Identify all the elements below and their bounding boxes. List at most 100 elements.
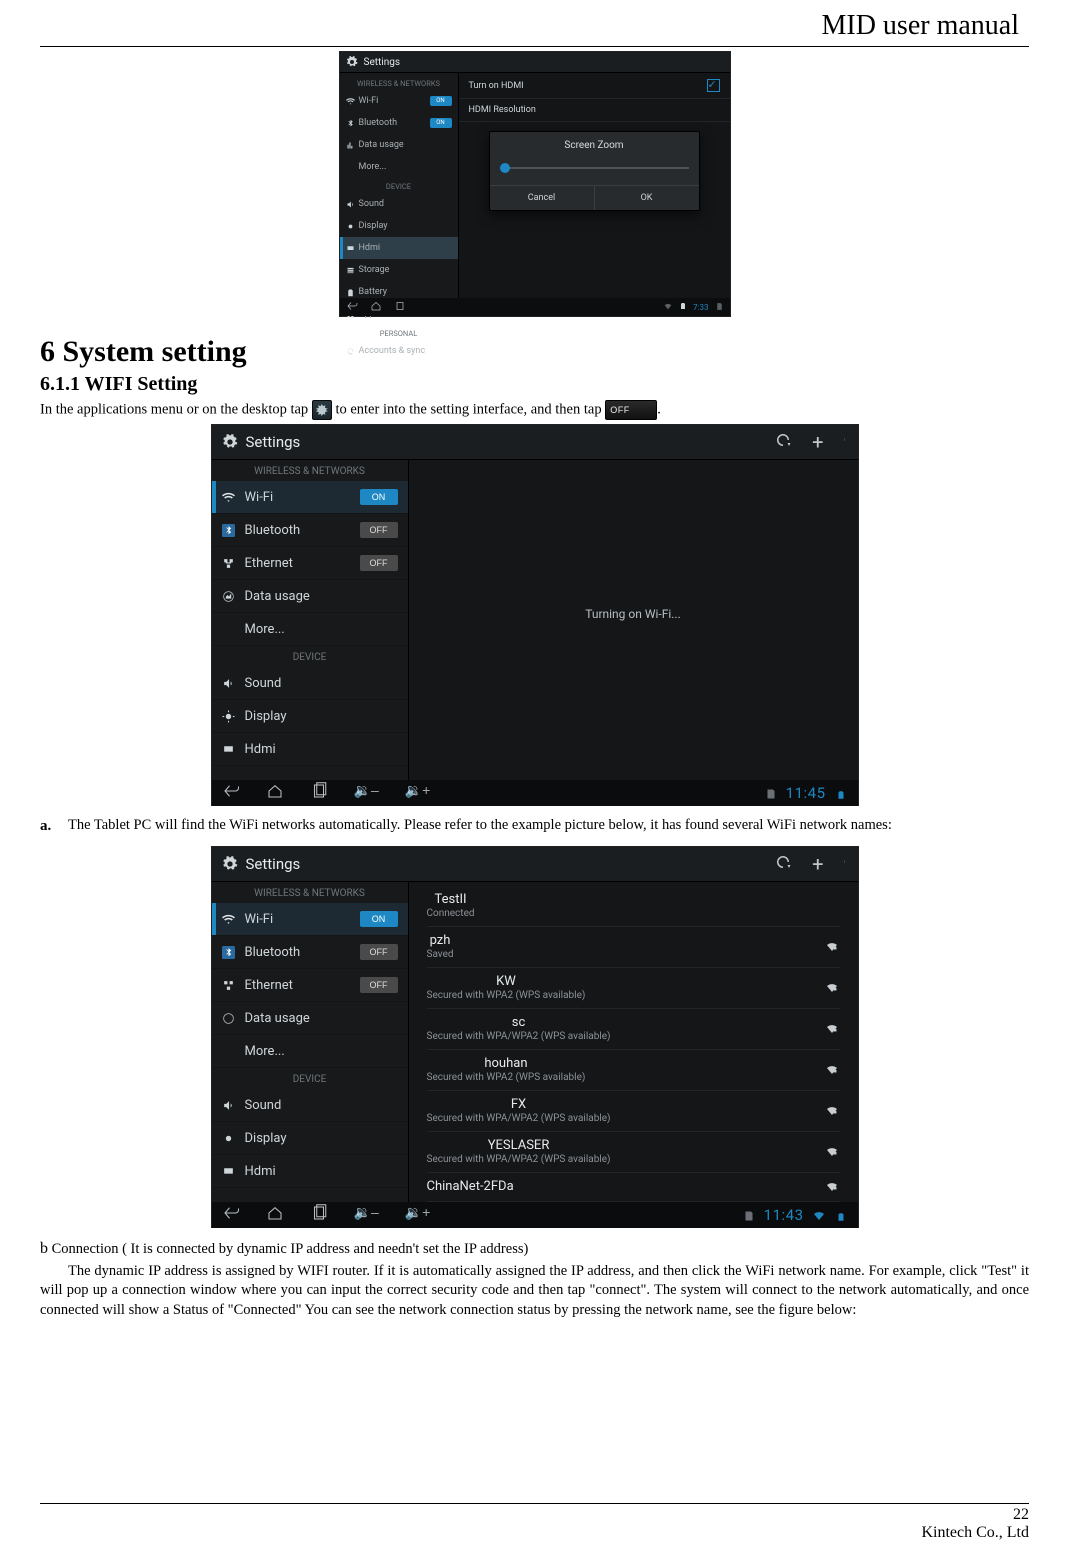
nav-home-icon[interactable] — [266, 1204, 284, 1226]
s3-item-sound[interactable]: Sound — [212, 1089, 408, 1122]
s1-row-resolution[interactable]: HDMI Resolution — [459, 99, 730, 122]
s3-item-wifi[interactable]: Wi-Fi ON — [212, 903, 408, 936]
s3-wifi-toggle[interactable]: ON — [360, 911, 398, 927]
s1-display-label: Display — [359, 221, 388, 231]
sync-icon — [346, 347, 355, 356]
wifi-network-row[interactable]: YESLASERSecured with WPA/WPA2 (WPS avail… — [427, 1132, 840, 1173]
s1-dialog-ok[interactable]: OK — [595, 186, 699, 210]
s1-row-turnon[interactable]: Turn on HDMI — [459, 73, 730, 99]
wifi-network-row[interactable]: scSecured with WPA/WPA2 (WPS available) — [427, 1009, 840, 1050]
s1-item-display[interactable]: Display — [340, 215, 458, 237]
s1-item-sound[interactable]: Sound — [340, 193, 458, 215]
overflow-menu-icon[interactable] — [844, 854, 848, 874]
wifi-scan-icon[interactable] — [774, 853, 792, 875]
settings-icon — [222, 856, 238, 872]
doc-header: MID user manual — [40, 10, 1029, 42]
s2-item-display[interactable]: Display — [212, 700, 408, 733]
s1-wifi-toggle[interactable]: ON — [430, 96, 452, 106]
s1-item-hdmi[interactable]: Hdmi — [340, 237, 458, 259]
wifi-network-row[interactable]: ChinaNet-2FDa — [427, 1173, 840, 1202]
intro-line: In the applications menu or on the deskt… — [40, 400, 1029, 420]
nav-back-icon[interactable] — [346, 300, 358, 314]
s2-bt-toggle[interactable]: OFF — [360, 522, 398, 538]
add-network-icon[interactable]: + — [812, 854, 823, 874]
wifi-network-row[interactable]: pzhSaved — [427, 927, 840, 968]
s3-bt-toggle[interactable]: OFF — [360, 944, 398, 960]
nav-vol-down-icon[interactable]: 🔉– — [354, 782, 379, 804]
s3-item-display[interactable]: Display — [212, 1122, 408, 1155]
display-icon — [222, 1132, 235, 1145]
s1-item-datausage[interactable]: Data usage — [340, 134, 458, 156]
sound-icon — [222, 1099, 235, 1112]
wifi-network-name: KW — [427, 974, 586, 989]
s2-item-sound[interactable]: Sound — [212, 667, 408, 700]
nav-back-icon[interactable] — [222, 782, 240, 804]
s1-item-more[interactable]: More... — [340, 156, 458, 178]
s2-item-bluetooth[interactable]: Bluetooth OFF — [212, 514, 408, 547]
wifi-network-status: Secured with WPA/WPA2 (WPS available) — [427, 1031, 611, 1042]
s1-item-accounts[interactable]: Accounts & sync — [340, 340, 458, 362]
s2-title: Settings — [246, 433, 301, 451]
status-wifi-icon — [663, 301, 673, 313]
wifi-network-row[interactable]: houhanSecured with WPA2 (WPS available) — [427, 1050, 840, 1091]
s3-display-label: Display — [245, 1131, 287, 1146]
overflow-menu-icon[interactable] — [844, 432, 848, 452]
s1-dialog-cancel[interactable]: Cancel — [490, 186, 595, 210]
sound-icon — [222, 677, 235, 690]
s1-item-bluetooth[interactable]: Bluetooth ON — [340, 112, 458, 134]
s3-hdmi-label: Hdmi — [245, 1164, 276, 1179]
hdmi-icon — [222, 743, 235, 756]
s3-eth-toggle[interactable]: OFF — [360, 977, 398, 993]
ethernet-icon — [222, 557, 235, 570]
s2-item-more[interactable]: More... — [212, 613, 408, 646]
s2-item-hdmi[interactable]: Hdmi — [212, 733, 408, 766]
nav-recents-icon[interactable] — [394, 300, 406, 314]
s3-item-datausage[interactable]: Data usage — [212, 1002, 408, 1035]
s3-item-ethernet[interactable]: Ethernet OFF — [212, 969, 408, 1002]
wifi-network-row[interactable]: FXSecured with WPA/WPA2 (WPS available) — [427, 1091, 840, 1132]
s1-dialog-slider[interactable] — [500, 161, 689, 175]
wifi-icon — [222, 491, 235, 504]
s3-item-hdmi[interactable]: Hdmi — [212, 1155, 408, 1188]
s1-bt-toggle[interactable]: ON — [430, 118, 452, 128]
nav-vol-down-icon[interactable]: 🔉– — [354, 1204, 379, 1226]
s1-item-wifi[interactable]: Wi-Fi ON — [340, 90, 458, 112]
nav-recents-icon[interactable] — [310, 782, 328, 804]
nav-home-icon[interactable] — [370, 300, 382, 314]
s2-du-label: Data usage — [245, 589, 310, 604]
s1-item-storage[interactable]: Storage — [340, 259, 458, 281]
off-switch-icon: OFF — [605, 400, 657, 420]
settings-app-icon — [312, 400, 332, 420]
nav-recents-icon[interactable] — [310, 1204, 328, 1226]
s3-wifi-label: Wi-Fi — [245, 912, 274, 927]
nav-vol-up-icon[interactable]: 🔉+ — [405, 1204, 431, 1226]
nav-home-icon[interactable] — [266, 782, 284, 804]
s1-accounts-label: Accounts & sync — [359, 346, 426, 356]
wifi-scan-icon[interactable] — [774, 431, 792, 453]
wifi-signal-lock-icon — [824, 941, 840, 953]
s3-bt-label: Bluetooth — [245, 945, 301, 960]
nav-back-icon[interactable] — [222, 1204, 240, 1226]
s2-wifi-toggle[interactable]: ON — [360, 489, 398, 505]
checkbox-icon[interactable] — [707, 79, 720, 92]
hdmi-icon — [222, 1165, 235, 1178]
data-icon — [222, 590, 235, 603]
wifi-network-row[interactable]: TestIIConnected — [427, 886, 840, 927]
status-sd-icon — [715, 302, 724, 313]
wifi-network-name: FX — [427, 1097, 611, 1112]
hdmi-icon — [346, 244, 355, 253]
s2-item-ethernet[interactable]: Ethernet OFF — [212, 547, 408, 580]
s2-item-wifi[interactable]: Wi-Fi ON — [212, 481, 408, 514]
s3-wn-header: WIRELESS & NETWORKS — [212, 882, 408, 903]
nav-vol-up-icon[interactable]: 🔉+ — [405, 782, 431, 804]
s1-pers-header: PERSONAL — [340, 325, 458, 340]
add-network-icon[interactable]: + — [812, 432, 823, 452]
data-icon — [222, 1012, 235, 1025]
s2-item-datausage[interactable]: Data usage — [212, 580, 408, 613]
s3-item-more[interactable]: More... — [212, 1035, 408, 1068]
wifi-network-row[interactable]: KWSecured with WPA2 (WPS available) — [427, 968, 840, 1009]
s1-row-res-label: HDMI Resolution — [469, 105, 536, 115]
s3-item-bluetooth[interactable]: Bluetooth OFF — [212, 936, 408, 969]
status-battery-icon — [834, 1210, 848, 1220]
s2-eth-toggle[interactable]: OFF — [360, 555, 398, 571]
